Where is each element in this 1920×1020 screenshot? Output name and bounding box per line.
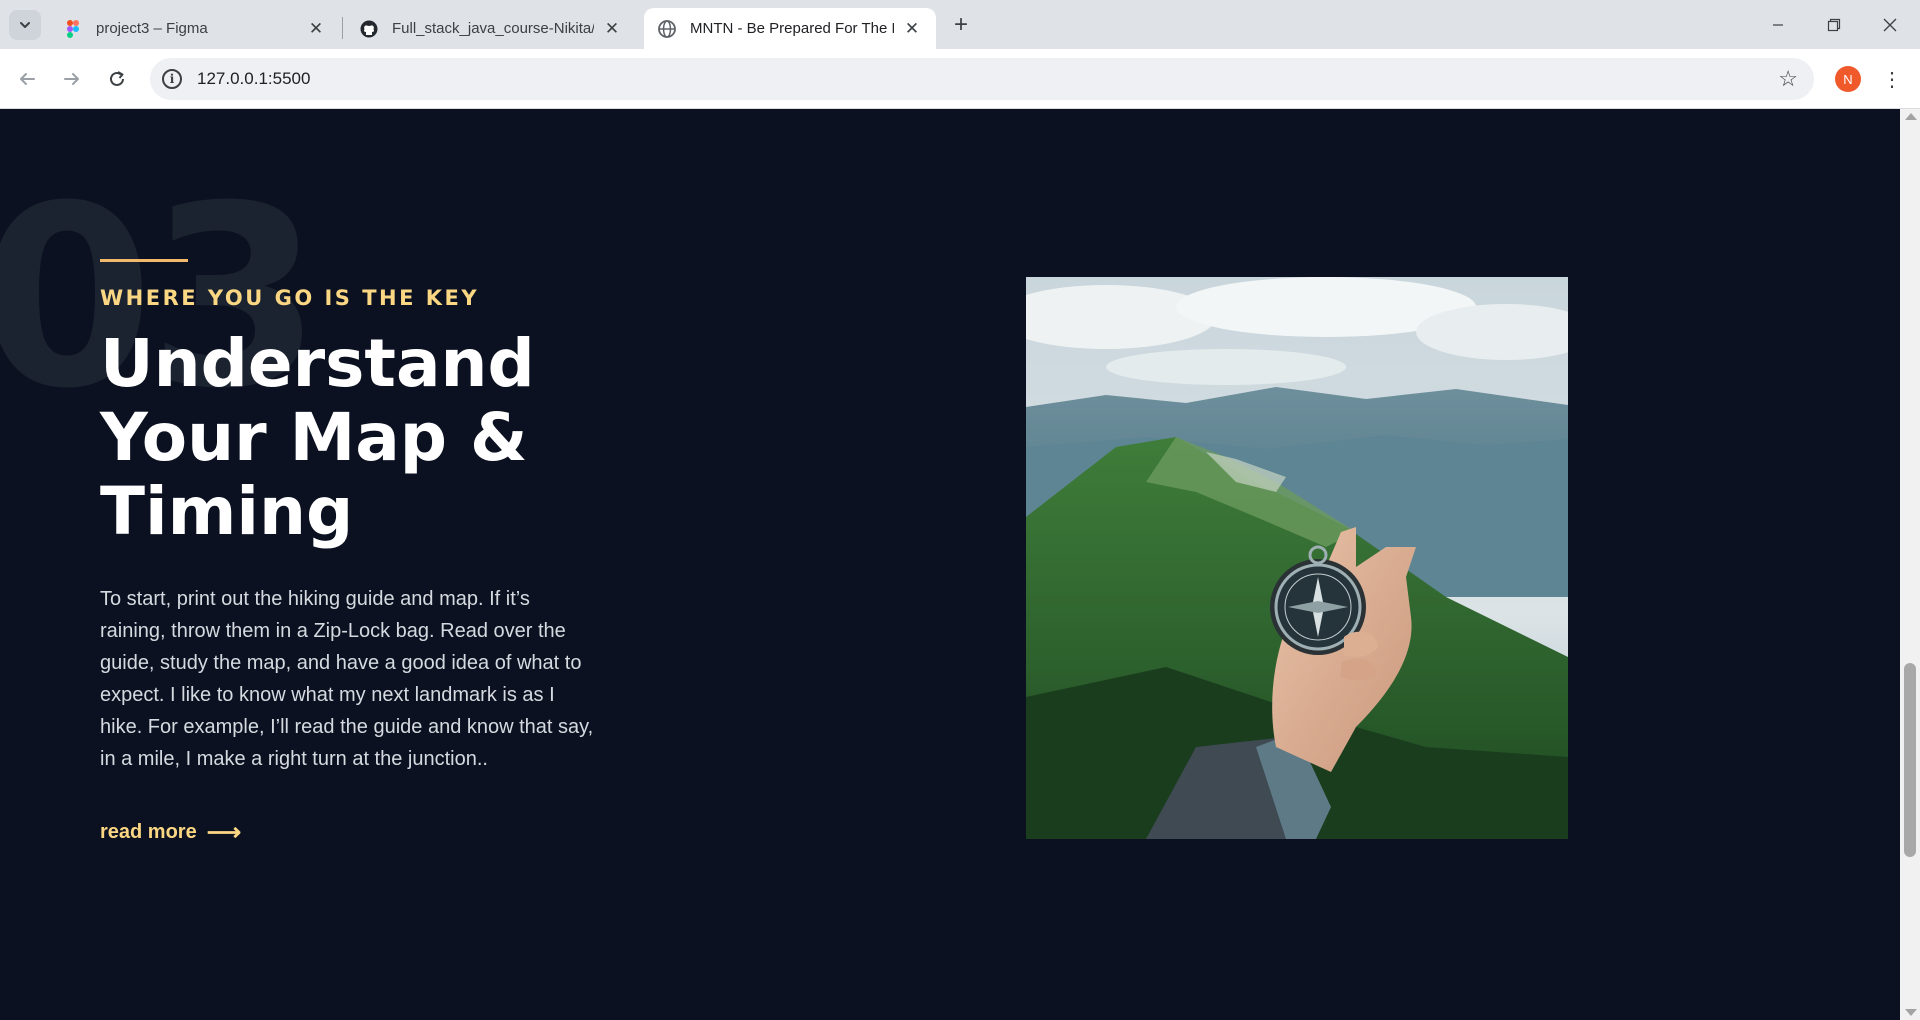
section-heading: Understand Your Map & Timing bbox=[100, 325, 535, 550]
tab-close-icon[interactable]: ✕ bbox=[602, 19, 622, 39]
tab-title: Full_stack_java_course-Nikita/ht bbox=[392, 20, 594, 37]
restore-icon bbox=[1827, 18, 1841, 31]
back-button[interactable] bbox=[9, 61, 45, 97]
scroll-down-icon[interactable] bbox=[1905, 1009, 1917, 1016]
page-viewport: 03 WHERE YOU GO IS THE KEY Understand Yo… bbox=[0, 109, 1900, 1020]
arrow-right-icon bbox=[64, 73, 79, 85]
scrollbar-thumb[interactable] bbox=[1904, 663, 1916, 857]
browser-tab-bar: project3 – Figma ✕ Full_stack_java_cours… bbox=[0, 0, 1920, 49]
url-text[interactable]: 127.0.0.1:5500 bbox=[197, 69, 310, 89]
minimize-button[interactable] bbox=[1750, 0, 1806, 49]
compass-mountain-photo bbox=[1026, 277, 1568, 839]
reload-button[interactable] bbox=[99, 61, 135, 97]
tab-mntn[interactable]: MNTN - Be Prepared For The M ✕ bbox=[644, 8, 936, 49]
new-tab-button[interactable]: + bbox=[946, 10, 976, 40]
figma-icon bbox=[64, 19, 82, 38]
browser-toolbar: i 127.0.0.1:5500 ☆ N ⋮ bbox=[0, 49, 1920, 109]
tab-title: MNTN - Be Prepared For The M bbox=[690, 20, 894, 37]
profile-avatar[interactable]: N bbox=[1835, 66, 1861, 92]
tab-figma[interactable]: project3 – Figma ✕ bbox=[50, 8, 340, 49]
tab-search-button[interactable] bbox=[9, 10, 41, 40]
chevron-down-icon bbox=[20, 22, 30, 28]
close-icon bbox=[1883, 18, 1897, 31]
read-more-label: read more bbox=[100, 821, 197, 843]
minimize-icon bbox=[1773, 23, 1783, 26]
arrow-right-icon: ⟶ bbox=[206, 819, 242, 846]
section-body: To start, print out the hiking guide and… bbox=[100, 588, 594, 770]
tab-close-icon[interactable]: ✕ bbox=[306, 19, 326, 39]
accent-line bbox=[100, 259, 188, 262]
globe-icon bbox=[658, 19, 676, 38]
tab-close-icon[interactable]: ✕ bbox=[902, 19, 922, 39]
forward-button[interactable] bbox=[54, 61, 90, 97]
bookmark-star-icon[interactable]: ☆ bbox=[1778, 66, 1798, 92]
section-eyebrow: WHERE YOU GO IS THE KEY bbox=[100, 286, 480, 310]
reload-icon bbox=[110, 71, 124, 86]
address-bar[interactable]: i 127.0.0.1:5500 ☆ bbox=[150, 58, 1814, 100]
read-more-link[interactable]: read more ⟶ bbox=[100, 818, 241, 847]
close-window-button[interactable] bbox=[1862, 0, 1918, 49]
arrow-left-icon bbox=[20, 73, 35, 85]
tab-title: project3 – Figma bbox=[96, 20, 208, 37]
restore-button[interactable] bbox=[1806, 0, 1862, 49]
tab-separator bbox=[342, 17, 343, 39]
site-info-icon[interactable]: i bbox=[162, 69, 182, 89]
github-icon bbox=[360, 20, 378, 38]
page-scrollbar[interactable] bbox=[1900, 109, 1920, 1020]
scroll-up-icon[interactable] bbox=[1905, 113, 1917, 120]
browser-menu-icon[interactable]: ⋮ bbox=[1880, 63, 1904, 95]
tab-github[interactable]: Full_stack_java_course-Nikita/ht ✕ bbox=[346, 8, 636, 49]
